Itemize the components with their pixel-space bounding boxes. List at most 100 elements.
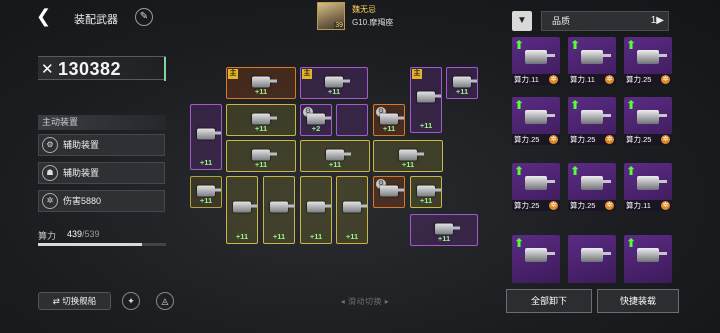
wing-icon[interactable]: ✦ xyxy=(122,292,140,310)
gear-icon: ✲ xyxy=(42,193,58,209)
weapon-slot[interactable]: +11 xyxy=(410,176,442,208)
weapon-slot[interactable]: 主 +11 xyxy=(300,67,368,99)
weapon-slot[interactable]: +11 xyxy=(226,140,296,172)
page-title: 装配武器 xyxy=(74,14,118,26)
upgrade-arrow-icon: ⬆ xyxy=(514,38,525,52)
turret-icon xyxy=(326,149,351,160)
inventory-card[interactable]: ⬆ 算力.11 ✲ xyxy=(568,37,616,85)
turret-icon xyxy=(525,176,555,191)
slot-level: +11 xyxy=(254,124,268,133)
turret-icon xyxy=(417,91,441,103)
crossed-swords-icon: ✕ xyxy=(41,61,54,78)
slot-level: +11 xyxy=(199,158,213,167)
weapon-slot[interactable]: 主 +11 xyxy=(226,67,296,99)
card-hash: 算力.25 xyxy=(570,201,596,210)
swipe-hint-text: 滑动切换 xyxy=(348,297,382,306)
turret-icon xyxy=(252,113,277,124)
funnel-icon[interactable]: ▼ xyxy=(512,11,532,31)
inventory-card[interactable]: ⬆ 算力.25 ✲ xyxy=(512,163,560,211)
weapon-slot[interactable]: ⚙ +2 xyxy=(300,104,332,136)
turret-icon xyxy=(197,185,221,196)
unload-all-button[interactable]: 全部卸下 xyxy=(506,289,592,313)
hash-used: 439 xyxy=(67,229,83,239)
turret-icon xyxy=(380,185,404,196)
turret-icon xyxy=(637,110,667,125)
turret-icon xyxy=(233,201,257,213)
weapon-slot[interactable]: +11 xyxy=(300,140,370,172)
weapon-slot[interactable]: 主 +11 xyxy=(410,67,442,133)
gear-icon: ✲ xyxy=(661,201,670,210)
weapon-slot[interactable]: ⚙ +11 xyxy=(373,104,405,136)
inventory-card[interactable] xyxy=(568,235,616,283)
turret-icon xyxy=(380,113,404,124)
upgrade-arrow-icon: ⬆ xyxy=(570,164,581,178)
weapon-slot[interactable]: +11 xyxy=(446,67,478,99)
quick-equip-button[interactable]: 快捷装载 xyxy=(597,289,679,313)
emblem-icon[interactable]: ◬ xyxy=(156,292,174,310)
pilot-avatar[interactable]: 39 xyxy=(317,2,345,30)
upgrade-arrow-icon: ⬆ xyxy=(626,236,637,250)
brush-icon[interactable]: ✎ xyxy=(135,8,153,26)
pilot-name: 魏无忌 xyxy=(352,5,376,14)
turret-icon xyxy=(399,149,424,160)
inventory-card[interactable]: ⬆ 算力.11 ✲ xyxy=(624,163,672,211)
weapon-slot[interactable]: +11 xyxy=(263,176,295,244)
card-hash: 算力.11 xyxy=(626,201,651,210)
turret-icon xyxy=(525,248,555,263)
sort-dropdown[interactable]: 品质 1▶ xyxy=(541,11,669,31)
card-footer: 算力.25 ✲ xyxy=(568,200,616,211)
turret-icon xyxy=(525,50,555,65)
turret-icon xyxy=(307,201,331,213)
card-hash: 算力.25 xyxy=(514,135,540,144)
active-device-label: 辅助装置 xyxy=(63,168,100,178)
main-weapon-badge: 主 xyxy=(228,69,238,79)
device-icon: ☗ xyxy=(42,165,58,181)
hash-label: 算力 xyxy=(38,231,57,241)
turret-icon xyxy=(435,223,460,234)
inventory-card[interactable]: ⬆ 算力.25 ✲ xyxy=(568,163,616,211)
slot-level: +11 xyxy=(199,196,213,205)
inventory-card[interactable]: ⬆ 算力.25 ✲ xyxy=(568,97,616,145)
turret-icon xyxy=(525,110,555,125)
weapon-slot[interactable]: +11 xyxy=(190,104,222,170)
inventory-card[interactable]: ⬆ 算力.25 ✲ xyxy=(512,97,560,145)
pilot-level: 39 xyxy=(334,22,344,29)
turret-icon xyxy=(637,248,667,263)
active-device-2[interactable]: ☗ 辅助装置 xyxy=(38,162,165,184)
weapon-slot[interactable]: +11 xyxy=(373,140,443,172)
switch-ship-button[interactable]: ⇄ 切换舰船 xyxy=(38,292,111,310)
weapon-slot[interactable]: +11 xyxy=(190,176,222,208)
weapon-slot[interactable]: +11 xyxy=(336,176,368,244)
back-arrow-icon[interactable]: ❮ xyxy=(36,7,52,26)
inventory-card[interactable]: ⬆ 算力.25 ✲ xyxy=(624,37,672,85)
card-footer: 算力.25 ✲ xyxy=(624,134,672,145)
inventory-card[interactable]: ⬆ 算力.25 ✲ xyxy=(624,97,672,145)
swipe-hint: ◂ 滑动切换 ▸ xyxy=(340,297,390,306)
upgrade-arrow-icon: ⬆ xyxy=(570,38,581,52)
gear-icon: ✲ xyxy=(549,75,558,84)
sort-toggle[interactable]: 1▶ xyxy=(651,12,664,30)
card-hash: 算力.25 xyxy=(626,135,652,144)
hash-progress-bar xyxy=(38,243,166,246)
inventory-card[interactable]: ⬆ xyxy=(512,235,560,283)
weapon-slot[interactable]: +11 xyxy=(226,104,296,136)
weapon-slot[interactable]: ⚙ xyxy=(373,176,405,208)
weapon-slot[interactable] xyxy=(336,104,368,136)
upgrade-arrow-icon: ⬆ xyxy=(514,98,525,112)
inventory-card[interactable]: ⬆ xyxy=(624,235,672,283)
card-footer: 算力.25 ✲ xyxy=(512,134,560,145)
sort-label: 品质 xyxy=(552,16,571,26)
active-device-1[interactable]: ⚙ 辅助装置 xyxy=(38,134,165,156)
turret-icon xyxy=(637,176,667,191)
active-device-3[interactable]: ✲ 伤害5880 xyxy=(38,190,165,212)
slot-level: +11 xyxy=(235,232,249,241)
slot-level: +11 xyxy=(328,160,342,169)
weapon-slot[interactable]: +11 xyxy=(226,176,258,244)
weapon-slot[interactable]: +11 xyxy=(300,176,332,244)
card-hash: 算力.11 xyxy=(514,75,539,84)
inventory-card[interactable]: ⬆ 算力.11 ✲ xyxy=(512,37,560,85)
weapon-slot[interactable]: +11 xyxy=(410,214,478,246)
slot-level: +11 xyxy=(382,124,396,133)
hash-total: 539 xyxy=(84,229,100,239)
combat-power-value: 130382 xyxy=(58,59,122,79)
